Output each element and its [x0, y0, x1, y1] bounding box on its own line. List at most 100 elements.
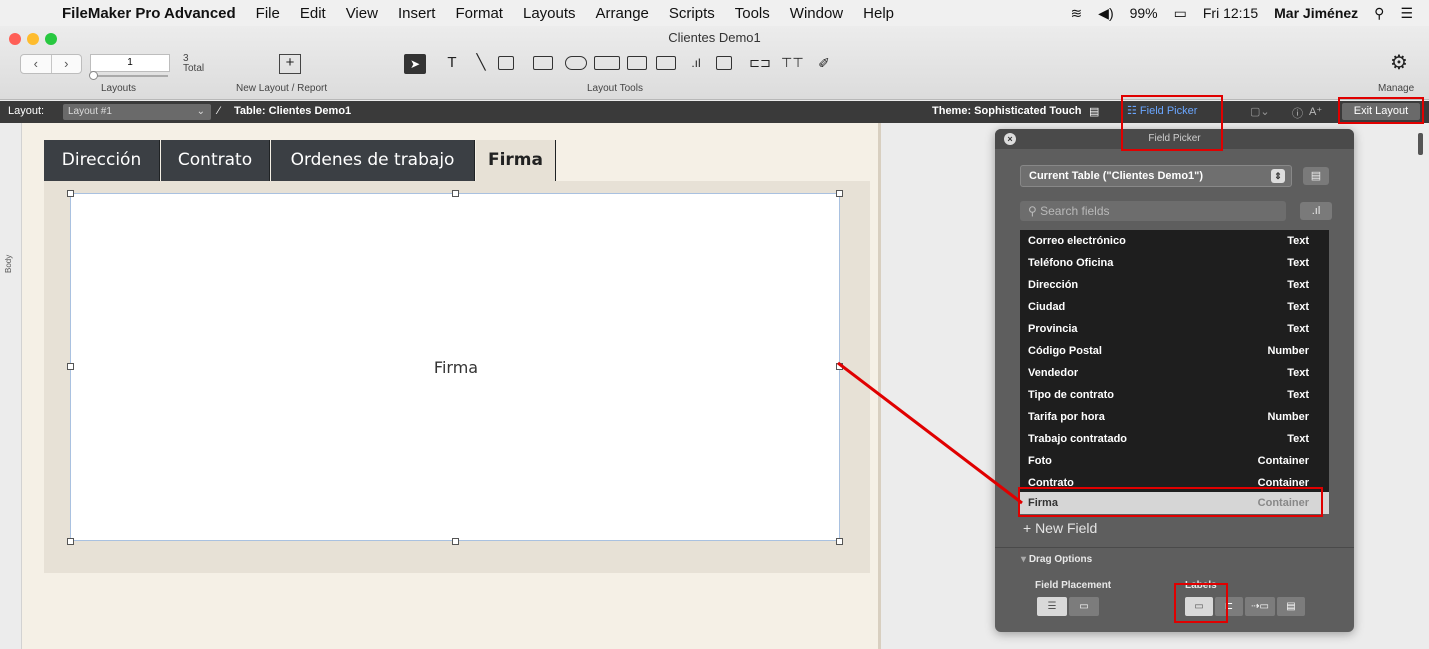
layout-number-field[interactable]: 1: [90, 54, 170, 72]
new-layout-label: New Layout / Report: [236, 83, 328, 94]
slide-control-tool-icon[interactable]: [656, 56, 676, 70]
button-bar-tool-icon[interactable]: [594, 56, 620, 70]
volume-icon[interactable]: ◀︎): [1098, 5, 1113, 22]
body-part-label[interactable]: Body: [4, 255, 13, 273]
menu-file[interactable]: File: [256, 5, 280, 22]
table-select[interactable]: Current Table ("Clientes Demo1") ⇕: [1020, 165, 1292, 187]
battery-icon[interactable]: ▭: [1174, 5, 1187, 22]
resize-handle[interactable]: [836, 190, 843, 197]
app-menu[interactable]: FileMaker Pro Advanced: [62, 5, 236, 22]
wifi-icon[interactable]: ≋: [1070, 5, 1082, 22]
chart-tool-icon[interactable]: .ıl: [684, 52, 708, 74]
slider-knob[interactable]: [89, 71, 98, 80]
label-right-icon[interactable]: ⇢▭: [1245, 597, 1275, 616]
layout-slider[interactable]: [89, 71, 168, 80]
resize-handle[interactable]: [67, 363, 74, 370]
web-viewer-tool-icon[interactable]: [716, 56, 732, 70]
list-item[interactable]: Provincia Text: [1020, 318, 1329, 340]
layout-select[interactable]: Layout #1 ⌄: [63, 104, 211, 120]
next-layout-button[interactable]: ›: [50, 55, 82, 73]
text-tool-icon[interactable]: T: [443, 52, 461, 74]
edit-layout-pencil-icon[interactable]: ⁄: [218, 105, 220, 117]
portal-tool-icon[interactable]: ⊤⊤: [781, 52, 804, 74]
list-item[interactable]: Ciudad Text: [1020, 296, 1329, 318]
list-item[interactable]: Correo electrónico Text: [1020, 230, 1329, 252]
layouts-label: Layouts: [101, 83, 137, 94]
list-item[interactable]: Tarifa por hora Number: [1020, 406, 1329, 428]
user-name[interactable]: Mar Jiménez: [1274, 5, 1358, 21]
status-area: ≋ ◀︎) 99% ▭ Fri 12:15 Mar Jiménez ⚲ ☰: [1070, 0, 1429, 26]
new-layout-icon[interactable]: +: [279, 54, 301, 74]
field-type: Text: [1287, 323, 1309, 335]
field-name: Correo electrónico: [1028, 235, 1126, 247]
menu-help[interactable]: Help: [863, 5, 894, 22]
close-icon[interactable]: ×: [1004, 133, 1016, 145]
menu-view[interactable]: View: [346, 5, 378, 22]
clock[interactable]: Fri 12:15: [1203, 5, 1258, 21]
rectangle-tool-icon[interactable]: [498, 56, 514, 70]
theme-icon[interactable]: ▤: [1089, 105, 1099, 118]
field-type: Text: [1287, 301, 1309, 313]
resize-handle[interactable]: [67, 190, 74, 197]
field-type: Container: [1257, 455, 1309, 467]
list-item[interactable]: Tipo de contrato Text: [1020, 384, 1329, 406]
list-item[interactable]: Dirección Text: [1020, 274, 1329, 296]
menu-window[interactable]: Window: [790, 5, 843, 22]
layout-total-label: Total: [183, 63, 205, 74]
field-tool-icon[interactable]: [533, 56, 553, 70]
signature-container-field[interactable]: Firma: [70, 193, 840, 541]
field-name: Provincia: [1028, 323, 1078, 335]
popover-tool-icon[interactable]: ⊏⊐: [749, 52, 771, 74]
highlight-field-picker: [1121, 95, 1223, 151]
list-item[interactable]: Trabajo contratado Text: [1020, 428, 1329, 450]
menu-tools[interactable]: Tools: [735, 5, 770, 22]
search-fields-input[interactable]: ⚲ Search fields: [1020, 201, 1286, 221]
tab-contrato[interactable]: Contrato: [161, 140, 270, 181]
vertical-placement-icon[interactable]: ☰: [1037, 597, 1067, 616]
resize-handle[interactable]: [452, 538, 459, 545]
drag-options-toggle[interactable]: ▾ Drag Options: [1021, 554, 1092, 565]
field-type: Number: [1267, 411, 1309, 423]
menu-layouts[interactable]: Layouts: [523, 5, 576, 22]
list-item[interactable]: Teléfono Oficina Text: [1020, 252, 1329, 274]
menu-arrange[interactable]: Arrange: [596, 5, 649, 22]
resize-handle[interactable]: [452, 190, 459, 197]
menu-edit[interactable]: Edit: [300, 5, 326, 22]
list-item[interactable]: Código Postal Number: [1020, 340, 1329, 362]
tab-ordenes-de-trabajo[interactable]: Ordenes de trabajo: [271, 140, 475, 181]
new-field-button[interactable]: + New Field: [1023, 520, 1097, 536]
previous-layout-button[interactable]: ‹: [21, 55, 51, 73]
battery-percent[interactable]: 99%: [1130, 5, 1158, 21]
spotlight-icon[interactable]: ⚲: [1374, 5, 1384, 22]
resize-handle[interactable]: [67, 538, 74, 545]
menu-scripts[interactable]: Scripts: [669, 5, 715, 22]
theme-label: Theme: Sophisticated Touch: [932, 105, 1082, 117]
text-format-icon[interactable]: A⁺: [1309, 105, 1322, 118]
table-select-value: Current Table ("Clientes Demo1"): [1029, 170, 1204, 182]
scroll-indicator[interactable]: [1418, 133, 1423, 155]
info-icon[interactable]: ⓘ: [1292, 105, 1303, 121]
menu-insert[interactable]: Insert: [398, 5, 436, 22]
line-tool-icon[interactable]: ╲: [472, 52, 490, 74]
tab-direccion[interactable]: Dirección: [44, 140, 160, 181]
screen: FileMaker Pro Advanced File Edit View In…: [0, 0, 1429, 649]
resize-handle[interactable]: [836, 538, 843, 545]
button-tool-icon[interactable]: [565, 56, 587, 70]
pointer-tool-icon[interactable]: ➤: [404, 54, 426, 74]
format-painter-icon[interactable]: ✐: [813, 52, 835, 74]
no-label-icon[interactable]: ▤: [1277, 597, 1305, 616]
list-item[interactable]: Foto Container: [1020, 450, 1329, 472]
resize-handle[interactable]: [836, 363, 843, 370]
tab-firma[interactable]: Firma: [476, 140, 556, 181]
gear-icon[interactable]: ⚙: [1388, 52, 1410, 74]
search-icon: ⚲: [1028, 204, 1041, 218]
list-item[interactable]: Vendedor Text: [1020, 362, 1329, 384]
horizontal-placement-icon[interactable]: ▭: [1069, 597, 1099, 616]
tab-control-tool-icon[interactable]: [627, 56, 647, 70]
notification-center-icon[interactable]: ☰: [1400, 5, 1413, 22]
manage-database-icon[interactable]: ▤: [1303, 167, 1329, 185]
part-icon[interactable]: ▢⌄: [1250, 105, 1270, 118]
field-name: Trabajo contratado: [1028, 433, 1128, 445]
menu-format[interactable]: Format: [455, 5, 503, 22]
sort-fields-icon[interactable]: .ıl: [1300, 202, 1332, 220]
